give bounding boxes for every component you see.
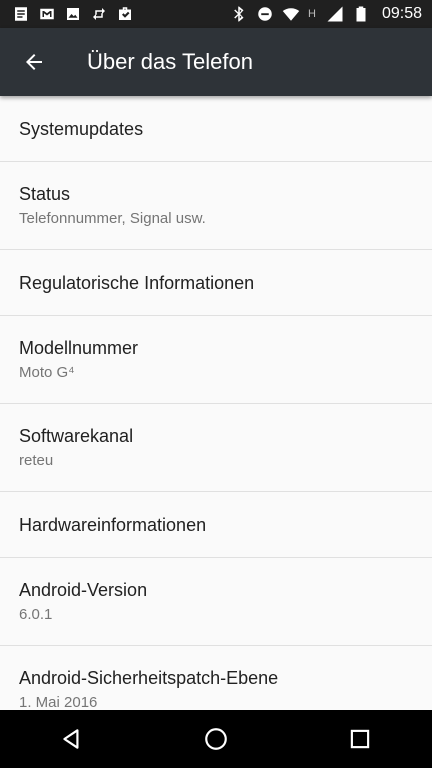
briefcase-check-icon: [116, 5, 134, 23]
image-icon: [64, 5, 82, 23]
nav-home-button[interactable]: [186, 710, 246, 768]
notification-icons: [12, 5, 134, 23]
setting-status[interactable]: Status Telefonnummer, Signal usw.: [0, 162, 432, 250]
gmail-icon: [38, 5, 56, 23]
setting-summary: 6.0.1: [19, 605, 53, 623]
setting-summary: Telefonnummer, Signal usw.: [19, 209, 206, 227]
arrow-back-icon: [26, 54, 42, 70]
setting-hardware-info[interactable]: Hardwareinformationen: [0, 492, 432, 558]
settings-list: Systemupdates Status Telefonnummer, Sign…: [0, 96, 432, 710]
setting-summary: reteu: [19, 451, 54, 469]
clock: 09:58: [381, 5, 422, 22]
app-toolbar: Über das Telefon: [0, 28, 432, 96]
page-title: Über das Telefon: [87, 49, 253, 74]
setting-title: Android-Version: [19, 579, 148, 600]
network-type-label: H: [307, 8, 316, 20]
recents-square-icon: [350, 729, 370, 749]
system-icons: H 09:58: [230, 5, 422, 23]
setting-model-number[interactable]: Modellnummer Moto G⁴: [0, 316, 432, 404]
setting-system-updates[interactable]: Systemupdates: [0, 96, 432, 162]
setting-title: Regulatorische Informationen: [19, 272, 255, 293]
cell-signal-icon: [326, 5, 344, 23]
setting-title: Android-Sicherheitspatch-Ebene: [19, 667, 279, 688]
back-triangle-icon: [63, 729, 79, 749]
setting-summary: Moto G⁴: [19, 363, 75, 381]
navigation-bar: [0, 710, 432, 768]
home-circle-icon: [205, 728, 227, 750]
bluetooth-icon: [230, 5, 248, 23]
nav-back-button[interactable]: [42, 710, 102, 768]
setting-android-version[interactable]: Android-Version 6.0.1: [0, 558, 432, 646]
setting-title: Systemupdates: [19, 118, 144, 139]
battery-icon: [352, 5, 370, 23]
wifi-icon: [282, 5, 300, 23]
setting-security-patch-level[interactable]: Android-Sicherheitspatch-Ebene 1. Mai 20…: [0, 646, 432, 711]
setting-title: Status: [19, 183, 71, 204]
setting-title: Softwarekanal: [19, 425, 134, 446]
do-not-disturb-icon: [256, 5, 274, 23]
sync-icon: [90, 5, 108, 23]
setting-title: Hardwareinformationen: [19, 514, 207, 535]
setting-summary: 1. Mai 2016: [19, 693, 98, 711]
setting-title: Modellnummer: [19, 337, 139, 358]
setting-software-channel[interactable]: Softwarekanal reteu: [0, 404, 432, 492]
doc-icon: [12, 5, 30, 23]
back-button[interactable]: [0, 28, 68, 96]
status-bar: H 09:58: [0, 0, 432, 28]
setting-regulatory-info[interactable]: Regulatorische Informationen: [0, 250, 432, 316]
nav-recents-button[interactable]: [330, 710, 390, 768]
